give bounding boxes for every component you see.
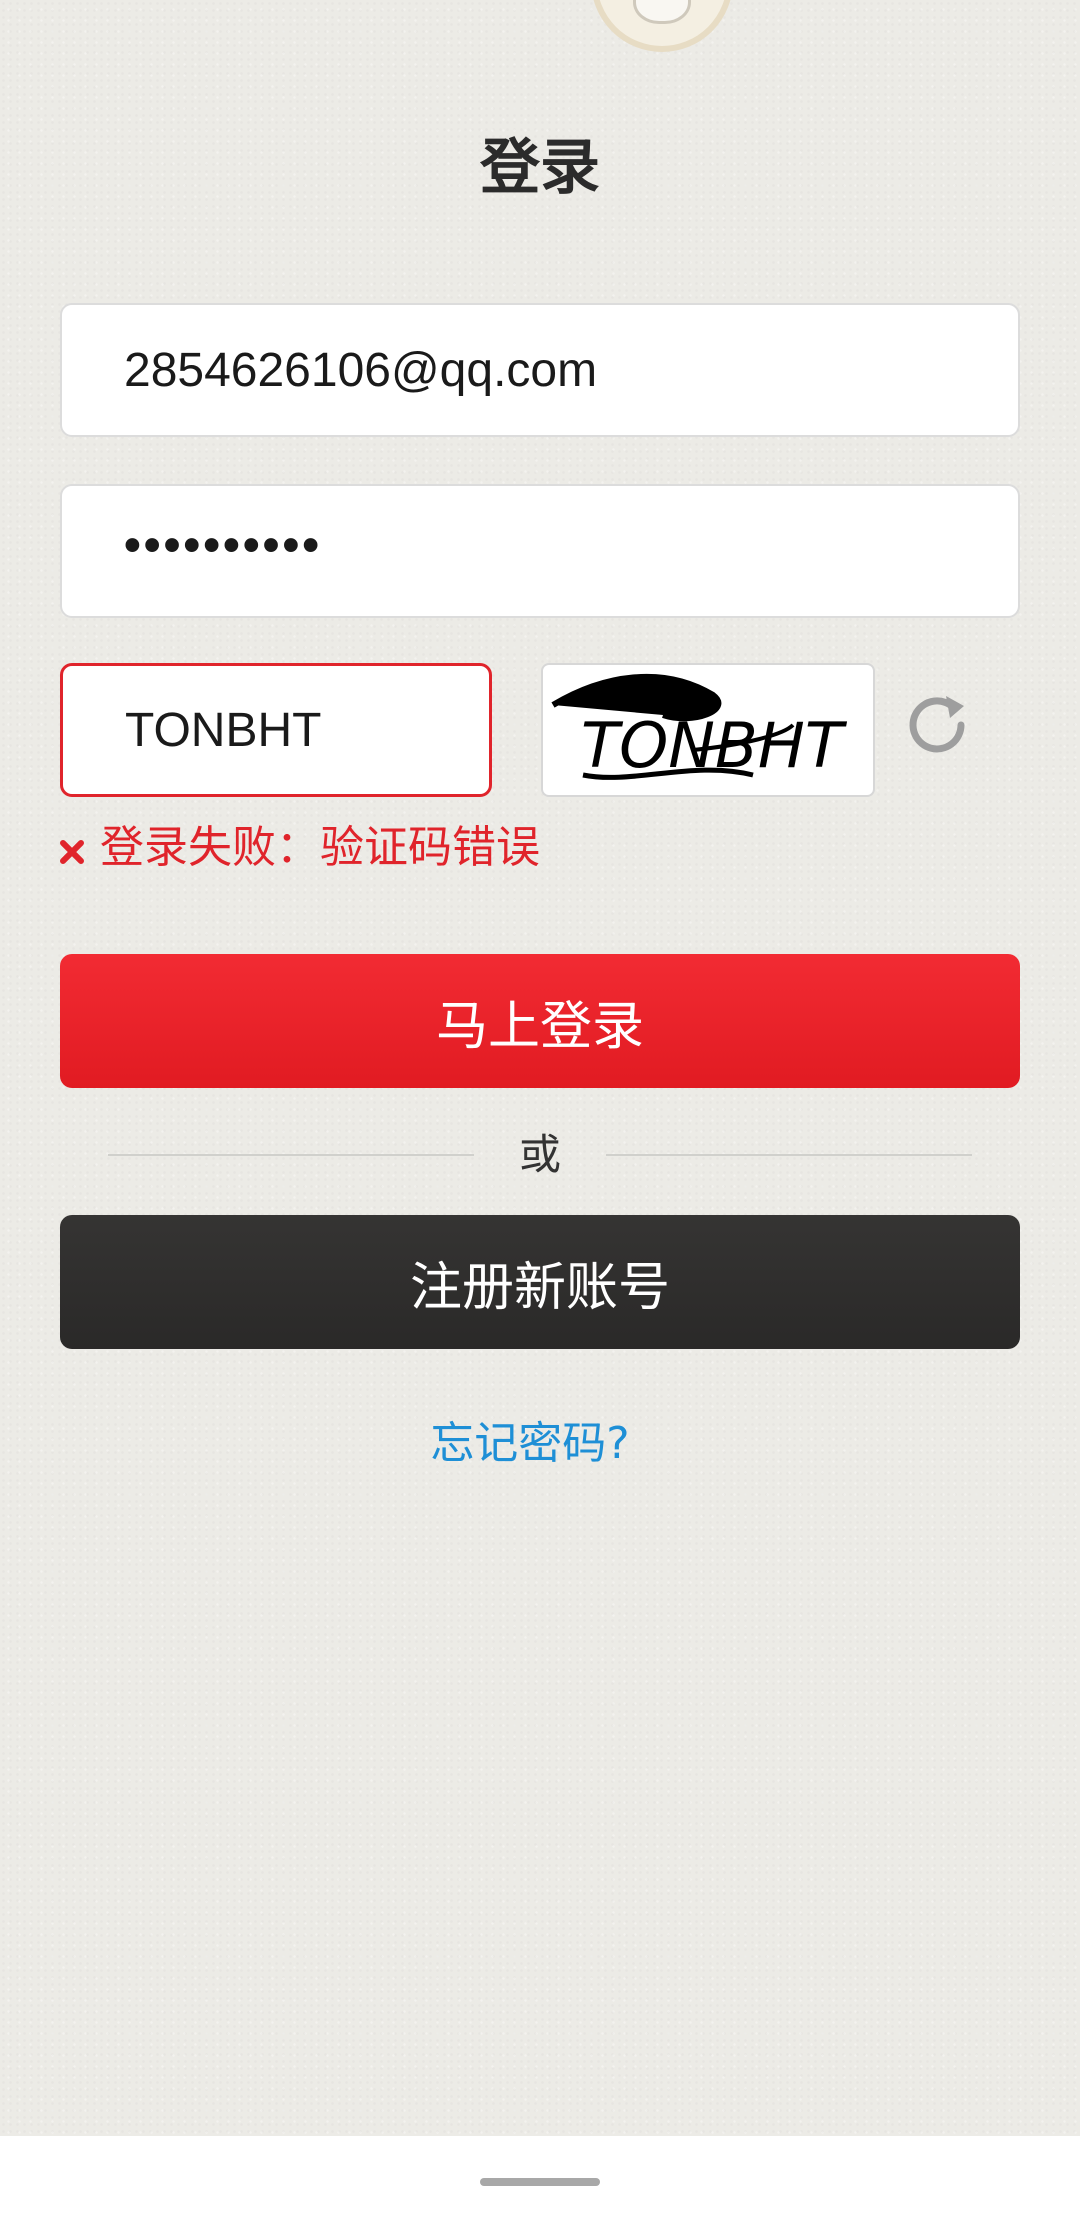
captcha-value: TONBHT (125, 703, 322, 757)
home-gesture-handle[interactable] (480, 2178, 600, 2186)
divider-right (606, 1154, 972, 1156)
captcha-input[interactable]: TONBHT (60, 663, 492, 797)
email-field[interactable]: 2854626106@qq.com (60, 303, 1020, 437)
email-value: 2854626106@qq.com (124, 343, 598, 397)
avatar-face (633, 0, 691, 24)
forgot-password-label: 忘记密码? (430, 1418, 630, 1469)
captcha-graphic: TONBHT (551, 673, 847, 782)
register-button-label: 注册新账号 (409, 1257, 670, 1318)
divider-label: 或 (518, 1130, 561, 1179)
login-button-label: 马上登录 (435, 996, 644, 1057)
avatar-icon (591, 0, 733, 52)
forgot-password-link[interactable]: 忘记密码? (0, 1414, 1060, 1474)
error-text: 登录失败：验证码错误 (100, 822, 540, 873)
divider-left (108, 1154, 474, 1156)
captcha-image[interactable]: TONBHT (541, 663, 875, 797)
register-button[interactable]: 注册新账号 (60, 1215, 1020, 1349)
page-title: 登录 (480, 133, 600, 203)
captcha-text: TONBHT (581, 709, 847, 782)
refresh-icon[interactable] (902, 690, 972, 760)
error-message: 登录失败：验证码错误 (58, 818, 540, 878)
system-nav-bar (0, 2136, 1080, 2232)
close-icon (60, 840, 84, 864)
login-button[interactable]: 马上登录 (60, 954, 1020, 1088)
password-value: •••••••••• (124, 518, 323, 572)
password-field[interactable]: •••••••••• (60, 484, 1020, 618)
